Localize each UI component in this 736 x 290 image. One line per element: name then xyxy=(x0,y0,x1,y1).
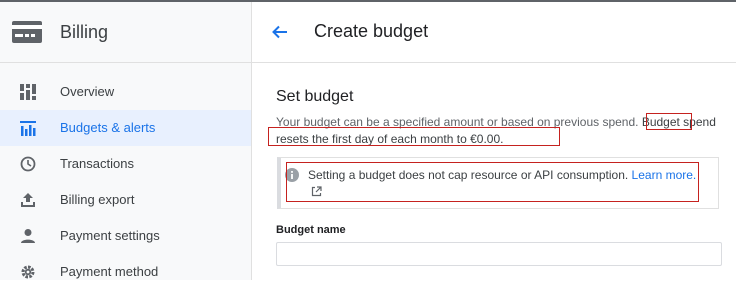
budget-name-label: Budget name xyxy=(276,224,346,236)
page-title: Create budget xyxy=(314,21,429,41)
sidebar-item-budgets-alerts[interactable]: Budgets & alerts xyxy=(0,110,251,146)
sidebar-item-label: Transactions xyxy=(60,156,134,171)
sidebar-item-payment-settings[interactable]: Payment settings xyxy=(0,218,251,254)
description-text: Your budget can be a specified amount or… xyxy=(276,115,642,129)
info-icon xyxy=(284,167,300,183)
sidebar-item-label: Budgets & alerts xyxy=(60,120,156,135)
sidebar-item-label: Payment method xyxy=(60,264,159,279)
sidebar-item-billing-export[interactable]: Billing export xyxy=(0,182,251,218)
dashboard-icon xyxy=(19,83,37,101)
back-arrow-icon[interactable] xyxy=(270,22,290,42)
page-header: Create budget xyxy=(252,2,736,63)
sidebar-item-overview[interactable]: Overview xyxy=(0,74,251,110)
sidebar: Billing Overview Budgets & alerts Transa… xyxy=(0,2,252,280)
info-text: Setting a budget does not cap resource o… xyxy=(308,168,632,182)
sidebar-item-payment-method[interactable]: Payment method xyxy=(0,254,251,290)
upload-icon xyxy=(19,191,37,209)
sidebar-item-transactions[interactable]: Transactions xyxy=(0,146,251,182)
person-icon xyxy=(19,227,37,245)
section-title: Set budget xyxy=(276,88,354,105)
budget-name-input[interactable] xyxy=(276,242,722,266)
sidebar-divider xyxy=(0,62,251,63)
clock-icon xyxy=(19,155,37,173)
info-message: Setting a budget does not cap resource o… xyxy=(308,167,698,202)
budget-description: Your budget can be a specified amount or… xyxy=(276,114,716,148)
sidebar-item-label: Billing export xyxy=(60,192,135,207)
app-title: Billing xyxy=(60,22,109,42)
sidebar-item-label: Payment settings xyxy=(60,228,160,243)
credit-card-icon xyxy=(12,21,42,48)
gear-icon xyxy=(19,263,37,281)
external-link-icon xyxy=(311,185,322,202)
sidebar-item-label: Overview xyxy=(60,84,115,99)
learn-more-label: Learn more. xyxy=(631,168,697,182)
budget-chart-icon xyxy=(19,119,37,137)
sidebar-header: Billing xyxy=(0,2,251,62)
